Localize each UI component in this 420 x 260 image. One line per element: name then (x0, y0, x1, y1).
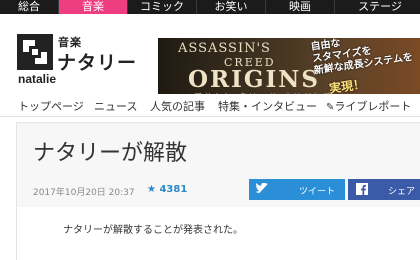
star-icon: ★ (147, 184, 156, 195)
main-nav: トップページ ニュース 人気の記事 特集・インタビュー ✎ライブレポート (0, 94, 420, 117)
article-body: ナタリーが解散することが発表された。 (17, 207, 420, 260)
nav-popular[interactable]: 人気の記事 (150, 98, 205, 114)
share-label: シェア (388, 186, 416, 196)
article-title: ナタリーが解散 (33, 141, 188, 166)
twitter-bird-icon (255, 182, 269, 197)
banner-line1: ASSASSIN'S (178, 41, 271, 56)
nav-live-report-label: ライブレポート (334, 100, 412, 113)
tab-movie[interactable]: 映画 (266, 0, 335, 14)
nav-feature[interactable]: 特集・インタビュー (218, 98, 317, 114)
nav-news[interactable]: ニュース (94, 98, 137, 114)
category-nav: 総合 音楽 コミック お笑い 映画 ステージ (0, 0, 420, 14)
tab-stage[interactable]: ステージ (335, 0, 420, 14)
tab-music[interactable]: 音楽 (59, 0, 128, 14)
nav-live-report[interactable]: ✎ライブレポート (326, 98, 411, 114)
score-value: 4381 (159, 184, 188, 195)
article-score: ★ 4381 (147, 184, 187, 195)
banner-line3: ORIGINS (188, 66, 320, 93)
article-date: 2017年10月20日 20:37 (33, 188, 135, 198)
article-next-line-partial (77, 249, 407, 259)
tweet-button[interactable]: ツイート (249, 179, 345, 200)
banner-copy: 自由な スタマイズを 新鮮な成長システムを (310, 38, 414, 77)
article: ナタリーが解散 2017年10月20日 20:37 ★ 4381 ツイート シェ… (16, 122, 420, 260)
site-header: 音楽 ナタリー natalie ASSASSIN'S CREED ORIGINS… (0, 14, 420, 102)
tweet-label: ツイート (299, 186, 336, 196)
facebook-share-button[interactable]: シェア (348, 179, 420, 200)
tab-comic[interactable]: コミック (128, 0, 197, 14)
nav-top[interactable]: トップページ (18, 98, 84, 114)
ad-banner[interactable]: ASSASSIN'S CREED ORIGINS アサシン クリード オリジンズ… (158, 38, 420, 102)
facebook-icon (356, 183, 368, 197)
logo-wordmark: natalie (18, 72, 57, 86)
tab-general[interactable]: 総合 (0, 0, 59, 14)
article-lead: ナタリーが解散することが発表された。 (63, 225, 243, 236)
logo-title-text[interactable]: ナタリー (57, 48, 137, 75)
natalie-logo-icon[interactable] (17, 34, 53, 70)
tab-owarai[interactable]: お笑い (197, 0, 266, 14)
